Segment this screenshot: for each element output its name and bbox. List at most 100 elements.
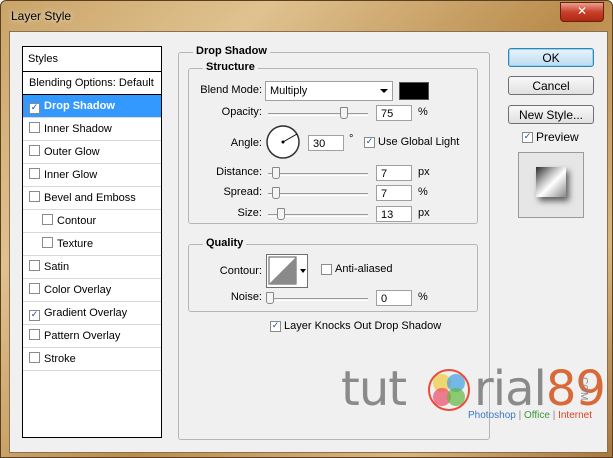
styles-item-texture[interactable]: Texture — [23, 233, 161, 256]
noise-label: Noise: — [230, 291, 262, 303]
styles-item-stroke[interactable]: Stroke — [23, 348, 161, 371]
structure-title: Structure — [203, 61, 258, 73]
preview-label: Preview — [536, 130, 579, 144]
styles-item-gradient-overlay[interactable]: ✓ Gradient Overlay — [23, 302, 161, 325]
window-title: Layer Style — [11, 9, 72, 23]
spread-slider[interactable] — [268, 193, 368, 196]
styles-item-checkbox[interactable] — [29, 260, 40, 271]
contour-label: Contour: — [219, 265, 262, 277]
spread-field[interactable]: 7 — [376, 185, 412, 201]
use-global-light-checkbox[interactable]: ✓ — [364, 137, 375, 148]
size-field[interactable]: 13 — [376, 206, 412, 222]
styles-item-label: Contour — [57, 215, 97, 227]
angle-dial[interactable] — [266, 125, 300, 159]
styles-item-checkbox[interactable] — [42, 214, 53, 225]
distance-slider[interactable] — [268, 173, 368, 176]
styles-item-checkbox[interactable] — [29, 191, 40, 202]
styles-item-label: Gradient Overlay — [44, 307, 128, 319]
styles-item-checkbox[interactable]: ✓ — [29, 103, 40, 114]
styles-item-checkbox[interactable] — [29, 352, 40, 363]
styles-item-inner-shadow[interactable]: Inner Shadow — [23, 118, 161, 141]
opacity-slider-thumb[interactable] — [340, 107, 348, 119]
styles-item-bevel-and-emboss[interactable]: Bevel and Emboss — [23, 187, 161, 210]
size-slider-thumb[interactable] — [277, 208, 285, 220]
styles-item-label: Bevel and Emboss — [44, 192, 136, 204]
styles-item-checkbox[interactable] — [42, 237, 53, 248]
styles-header[interactable]: Styles — [23, 47, 161, 72]
cancel-button[interactable]: Cancel — [508, 76, 594, 95]
styles-list: Styles Blending Options: Default ✓ Drop S… — [22, 46, 162, 438]
watermark-text-1: tut — [341, 361, 407, 417]
noise-slider-thumb[interactable] — [266, 292, 274, 304]
noise-slider[interactable] — [268, 298, 368, 301]
anti-aliased-checkbox[interactable] — [321, 264, 332, 275]
new-style-button[interactable]: New Style... — [508, 105, 594, 124]
styles-item-inner-glow[interactable]: Inner Glow — [23, 164, 161, 187]
noise-field[interactable]: 0 — [376, 290, 412, 306]
styles-item-label: Stroke — [44, 353, 76, 365]
watermark-com: COM — [578, 377, 589, 401]
preview-swatch — [536, 167, 566, 197]
styles-item-satin[interactable]: Satin — [23, 256, 161, 279]
spread-slider-thumb[interactable] — [272, 187, 280, 199]
styles-item-label: Drop Shadow — [44, 100, 115, 112]
blend-color-swatch[interactable] — [399, 82, 429, 100]
use-global-light-label: Use Global Light — [378, 136, 460, 148]
watermark-sep-2: | — [549, 410, 559, 421]
chevron-down-icon — [380, 89, 388, 93]
opacity-unit: % — [418, 106, 428, 118]
layer-knocks-out-label: Layer Knocks Out Drop Shadow — [284, 320, 442, 332]
styles-item-checkbox[interactable]: ✓ — [29, 310, 40, 321]
styles-item-outer-glow[interactable]: Outer Glow — [23, 141, 161, 164]
styles-item-checkbox[interactable] — [29, 168, 40, 179]
preview-thumbnail — [518, 152, 584, 218]
layer-style-window: Layer Style ✕ Styles Blending Options: D… — [0, 0, 613, 458]
angle-dial-icon — [266, 125, 300, 159]
size-label: Size: — [237, 207, 262, 219]
blend-mode-select[interactable]: Multiply — [265, 81, 393, 101]
styles-item-drop-shadow[interactable]: ✓ Drop Shadow — [23, 95, 161, 118]
contour-picker[interactable] — [266, 254, 308, 288]
styles-item-pattern-overlay[interactable]: Pattern Overlay — [23, 325, 161, 348]
quality-title: Quality — [203, 237, 247, 249]
watermark-office: Office — [523, 410, 550, 421]
styles-item-checkbox[interactable] — [29, 329, 40, 340]
styles-item-color-overlay[interactable]: Color Overlay — [23, 279, 161, 302]
opacity-label: Opacity: — [221, 106, 262, 118]
styles-item-label: Inner Shadow — [44, 123, 112, 135]
distance-unit: px — [418, 166, 430, 178]
watermark-sep-1: | — [515, 410, 524, 421]
contour-curve-icon — [268, 256, 306, 285]
distance-field[interactable]: 7 — [376, 165, 412, 181]
close-button[interactable]: ✕ — [560, 2, 604, 22]
watermark-subtitle: Photoshop | Office | Internet — [468, 410, 592, 421]
angle-label: Angle: — [230, 137, 262, 149]
noise-unit: % — [418, 291, 428, 303]
angle-field[interactable]: 30 — [308, 135, 344, 151]
anti-aliased-label: Anti-aliased — [335, 263, 393, 275]
watermark-number: 89 — [545, 361, 606, 417]
title-bar: Layer Style ✕ — [1, 1, 612, 31]
styles-item-label: Satin — [44, 261, 70, 273]
spread-label: Spread: — [223, 186, 262, 198]
distance-label: Distance: — [216, 166, 262, 178]
drop-shadow-title: Drop Shadow — [193, 45, 270, 57]
distance-slider-thumb[interactable] — [272, 167, 280, 179]
layer-knocks-out-checkbox[interactable]: ✓ — [270, 321, 281, 332]
styles-item-checkbox[interactable] — [29, 122, 40, 133]
blending-options-item[interactable]: Blending Options: Default — [23, 72, 161, 95]
styles-item-checkbox[interactable] — [29, 145, 40, 156]
close-icon: ✕ — [576, 4, 588, 18]
preview-checkbox[interactable]: ✓ — [522, 132, 533, 143]
blend-mode-label: Blend Mode: — [200, 84, 262, 96]
opacity-field[interactable]: 75 — [376, 105, 412, 121]
opacity-slider[interactable] — [268, 113, 368, 116]
blend-mode-value: Multiply — [270, 85, 308, 97]
watermark-photoshop: Photoshop — [468, 410, 516, 421]
watermark-internet: Internet — [558, 410, 592, 421]
watermark-logo-icon — [428, 369, 470, 411]
ok-button[interactable]: OK — [508, 48, 594, 67]
styles-item-checkbox[interactable] — [29, 283, 40, 294]
styles-item-label: Outer Glow — [44, 146, 100, 158]
styles-item-contour[interactable]: Contour — [23, 210, 161, 233]
